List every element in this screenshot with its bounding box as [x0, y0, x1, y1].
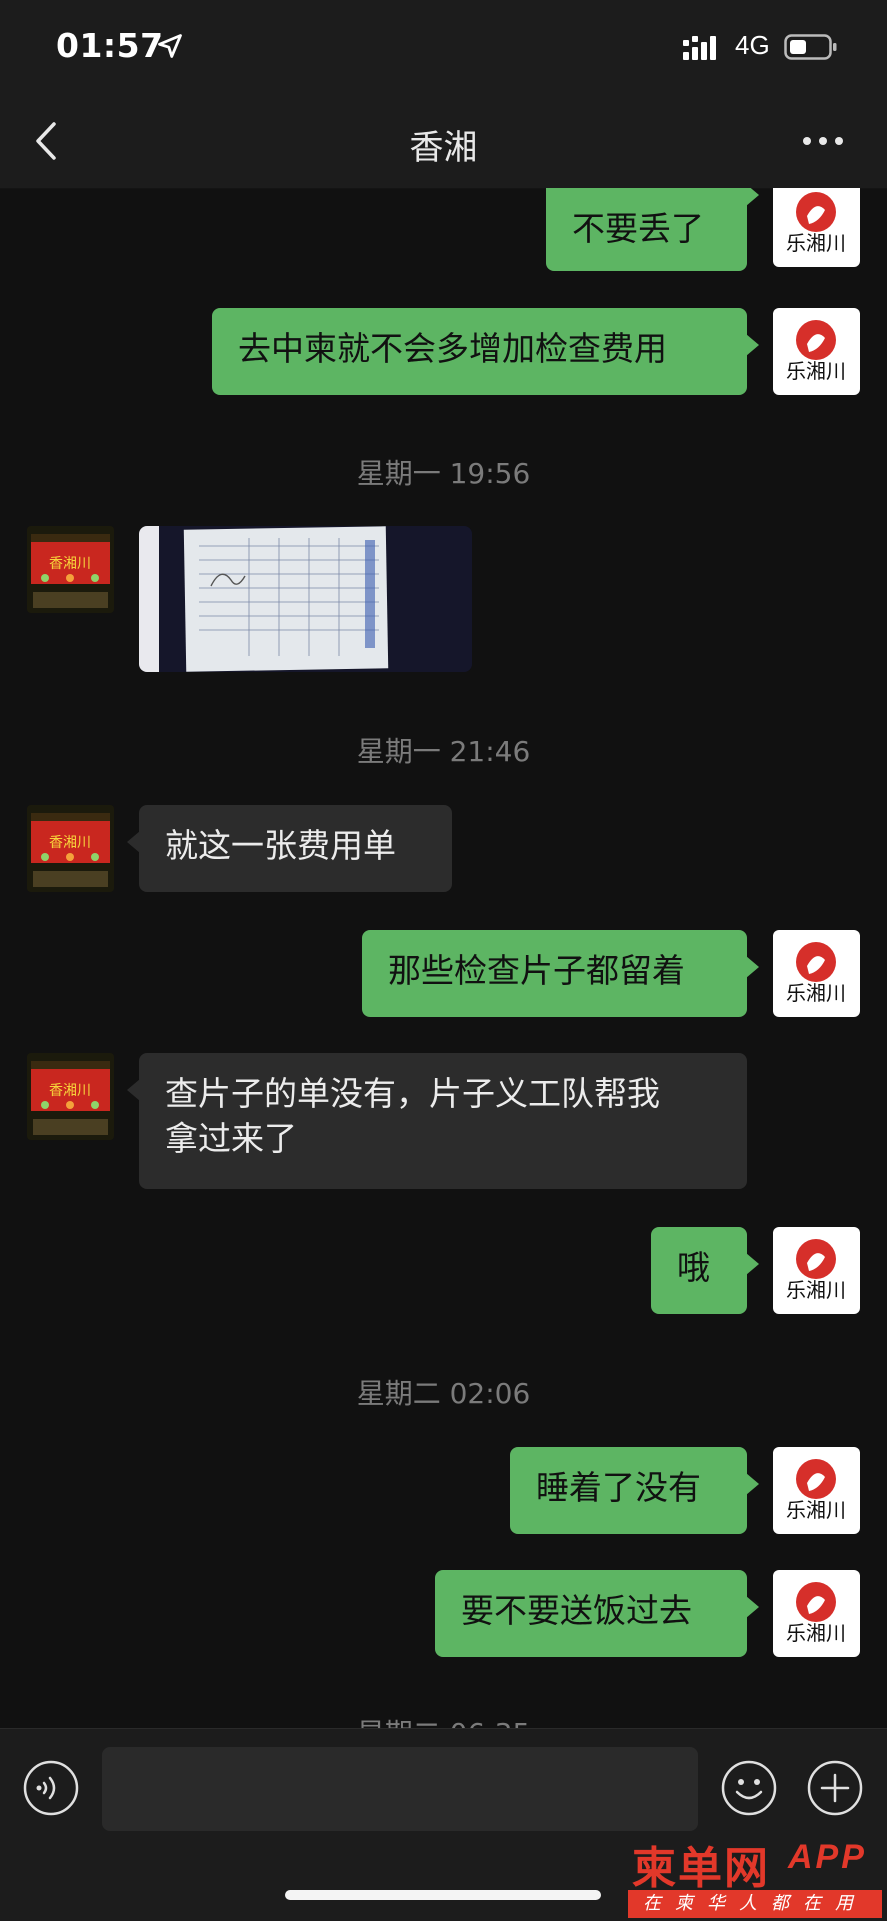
voice-input-icon[interactable]: [22, 1759, 80, 1817]
message-text: 那些检查片子都留着: [388, 951, 685, 990]
message-timestamp: 星期一 19:56: [356, 457, 531, 490]
message-bubble-received[interactable]: 查片子的单没有，片子义工队帮我 拿过来了: [127, 1053, 747, 1189]
svg-text:香湘川: 香湘川: [49, 1083, 91, 1099]
more-options-icon[interactable]: [800, 126, 846, 156]
message-bubble-sent[interactable]: 要不要送饭过去: [435, 1570, 759, 1657]
message-text: 睡着了没有: [536, 1468, 701, 1507]
watermark: 柬单网 APP 在柬华人都在用: [628, 1832, 887, 1920]
avatar[interactable]: 香湘川: [27, 526, 114, 613]
avatar[interactable]: 乐湘川: [773, 1447, 860, 1534]
svg-text:香湘川: 香湘川: [49, 835, 91, 851]
message-text: 去中柬就不会多增加检查费用: [238, 329, 667, 368]
message-timestamp: 星期一 21:46: [356, 735, 531, 768]
home-indicator[interactable]: [285, 1890, 601, 1900]
svg-text:乐湘川: 乐湘川: [786, 1278, 846, 1302]
message-text-line: 查片子的单没有，片子义工队帮我: [165, 1074, 660, 1113]
emoji-icon[interactable]: [720, 1759, 778, 1817]
message-input[interactable]: [102, 1747, 698, 1831]
message-bubble-sent[interactable]: 不要丢了: [546, 188, 759, 271]
battery-icon: [784, 34, 837, 60]
image-message[interactable]: [139, 526, 472, 672]
message-bubble-received[interactable]: 就这一张费用单: [127, 805, 452, 892]
watermark-app: APP: [788, 1838, 867, 1876]
network-type: 4G: [735, 30, 770, 60]
svg-text:乐湘川: 乐湘川: [786, 981, 846, 1005]
svg-text:乐湘川: 乐湘川: [786, 359, 846, 383]
signal-icon: [683, 36, 716, 60]
message-bubble-sent[interactable]: 哦: [651, 1227, 759, 1314]
svg-text:香湘川: 香湘川: [49, 556, 91, 572]
chat-messages[interactable]: 不要丢了 乐湘川 去中柬就不会多增加检查费用 乐湘川 星期一 19:56 香湘川: [0, 188, 887, 1728]
nav-bar: 香湘: [0, 96, 887, 189]
location-arrow-icon: [158, 34, 182, 58]
message-text: 不要丢了: [572, 209, 704, 248]
chat-title: 香湘: [409, 128, 478, 168]
message-bubble-sent[interactable]: 那些检查片子都留着: [362, 930, 759, 1017]
message-bubble-sent[interactable]: 去中柬就不会多增加检查费用: [212, 308, 759, 395]
svg-text:乐湘川: 乐湘川: [786, 1498, 846, 1522]
svg-text:乐湘川: 乐湘川: [786, 1621, 846, 1645]
watermark-logo: 柬单网: [632, 1843, 770, 1894]
message-text-line: 拿过来了: [165, 1119, 297, 1158]
message-bubble-sent[interactable]: 睡着了没有: [510, 1447, 759, 1534]
message-timestamp: 星期二 02:06: [356, 1377, 531, 1410]
avatar[interactable]: 乐湘川: [773, 308, 860, 395]
avatar[interactable]: 乐湘川: [773, 930, 860, 1017]
avatar[interactable]: 乐湘川: [773, 1570, 860, 1657]
status-bar: 01:57 4G: [0, 0, 887, 96]
plus-icon[interactable]: [806, 1759, 864, 1817]
status-time: 01:57: [56, 26, 164, 65]
message-text: 就这一张费用单: [165, 826, 396, 865]
watermark-tagline: 在柬华人都在用: [628, 1890, 882, 1918]
message-text: 哦: [677, 1248, 710, 1287]
avatar[interactable]: 乐湘川: [773, 1227, 860, 1314]
avatar[interactable]: 香湘川: [27, 805, 114, 892]
message-text: 要不要送饭过去: [461, 1591, 692, 1630]
avatar[interactable]: 乐湘川: [773, 188, 860, 267]
avatar[interactable]: 香湘川: [27, 1053, 114, 1140]
svg-text:乐湘川: 乐湘川: [786, 231, 846, 255]
message-timestamp: 星期二 06:35: [0, 1712, 887, 1728]
